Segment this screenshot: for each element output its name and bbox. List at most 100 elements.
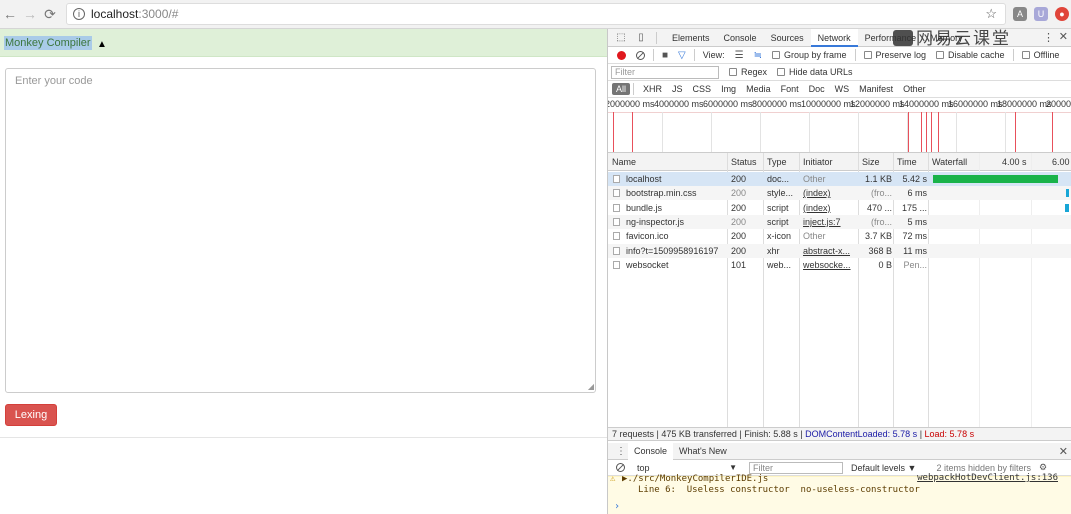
drawer-menu-icon[interactable]: ⋮ bbox=[614, 444, 628, 458]
request-initiator[interactable]: websocke... bbox=[803, 260, 851, 270]
request-name: ng-inspector.js bbox=[626, 216, 685, 227]
col-name-header[interactable]: Name bbox=[612, 157, 636, 167]
load-event-line bbox=[926, 112, 927, 152]
table-row[interactable]: bundle.js 200 script (index) 470 ... 175 ... bbox=[608, 201, 1071, 215]
extension-u-icon[interactable]: U bbox=[1034, 7, 1048, 21]
inspect-element-icon[interactable]: ⬚ bbox=[614, 31, 628, 45]
header-banner: Monkey Compiler ▲ bbox=[0, 29, 607, 57]
col-waterfall-header[interactable]: Waterfall bbox=[932, 157, 967, 167]
levels-dropdown[interactable]: Default levels ▼ bbox=[851, 463, 916, 473]
overview-tick: 6000000 ms bbox=[703, 99, 753, 109]
record-icon[interactable] bbox=[617, 50, 626, 60]
bookmark-star-icon[interactable]: ☆ bbox=[985, 6, 997, 22]
table-row[interactable]: favicon.ico 200 x-icon Other 3.7 KB 72 ms bbox=[608, 229, 1071, 243]
waterfall-bar[interactable] bbox=[933, 175, 1059, 183]
code-textarea[interactable]: Enter your code ◢ bbox=[5, 68, 596, 393]
hidden-items-note: 2 items hidden by filters bbox=[936, 462, 1031, 473]
console-filter-input[interactable]: Filter bbox=[749, 461, 843, 474]
col-time-header[interactable]: Time bbox=[897, 157, 917, 167]
tab-elements[interactable]: Elements bbox=[665, 29, 717, 47]
type-filter-manifest[interactable]: Manifest bbox=[855, 83, 897, 95]
disable-cache-checkbox[interactable] bbox=[936, 51, 945, 59]
col-size-header[interactable]: Size bbox=[862, 157, 880, 167]
request-status: 200 bbox=[731, 231, 747, 242]
table-row[interactable]: localhost 200 doc... Other 1.1 KB 5.42 s bbox=[608, 172, 1071, 186]
forward-arrow-icon[interactable]: → bbox=[20, 6, 40, 22]
console-clear-icon[interactable] bbox=[616, 463, 625, 472]
table-row[interactable]: bootstrap.min.css 200 style... (index) (fro.… bbox=[608, 186, 1071, 201]
console-prompt-icon[interactable]: › bbox=[614, 501, 620, 512]
type-filter-media[interactable]: Media bbox=[742, 83, 775, 95]
grid-line bbox=[711, 112, 712, 152]
console-settings-icon[interactable]: ⚙ bbox=[1039, 462, 1047, 473]
type-filter-xhr[interactable]: XHR bbox=[639, 83, 666, 95]
filter-icon[interactable]: ▽ bbox=[678, 50, 686, 61]
address-bar[interactable]: i localhost :3000/# ☆ bbox=[66, 3, 1006, 25]
summary-separator: | bbox=[917, 429, 925, 439]
load-event-line bbox=[908, 112, 909, 152]
requests-table: Name Status Type Initiator Size Time Wat… bbox=[608, 153, 1071, 428]
request-initiator[interactable]: abstract-x... bbox=[803, 246, 850, 256]
hide-data-urls-checkbox[interactable] bbox=[777, 68, 786, 76]
waterfall-bar[interactable] bbox=[1064, 203, 1069, 212]
devtools-panel: ⬚ ▯ Elements Console Sources Network Per… bbox=[607, 28, 1071, 514]
type-filter-img[interactable]: Img bbox=[717, 83, 740, 95]
col-initiator-header[interactable]: Initiator bbox=[803, 157, 833, 167]
tab-network[interactable]: Network bbox=[810, 28, 858, 47]
more-options-icon[interactable]: ⋮ bbox=[1043, 31, 1054, 44]
request-type: web... bbox=[767, 259, 792, 270]
filter-input[interactable]: Filter bbox=[611, 65, 719, 79]
url-path: :3000/# bbox=[138, 7, 179, 21]
request-initiator[interactable]: inject.js:7 bbox=[803, 217, 841, 227]
request-initiator[interactable]: (index) bbox=[803, 203, 831, 213]
context-selector[interactable]: top ▼ bbox=[637, 463, 737, 473]
type-filter-font[interactable]: Font bbox=[777, 83, 803, 95]
type-filter-js[interactable]: JS bbox=[668, 83, 687, 95]
info-icon[interactable]: i bbox=[73, 8, 85, 20]
reload-icon[interactable]: ⟳ bbox=[40, 6, 60, 23]
close-icon[interactable]: ✕ bbox=[1059, 30, 1068, 43]
table-row[interactable]: info?t=1509958916197 200 xhr abstract-x... 3… bbox=[608, 243, 1071, 258]
group-by-frame-label: Group by frame bbox=[783, 50, 847, 60]
divider bbox=[656, 31, 657, 44]
group-by-frame-checkbox[interactable] bbox=[771, 51, 780, 59]
preserve-log-checkbox[interactable] bbox=[863, 51, 872, 59]
request-size: 0 B bbox=[878, 259, 892, 270]
drawer-tab-whats-new[interactable]: What's New bbox=[673, 443, 733, 460]
waterfall-view-icon[interactable]: ≒ bbox=[754, 50, 762, 61]
code-placeholder: Enter your code bbox=[15, 75, 93, 87]
type-filter-ws[interactable]: WS bbox=[831, 83, 854, 95]
type-filter-doc[interactable]: Doc bbox=[805, 83, 829, 95]
regex-checkbox[interactable] bbox=[729, 68, 737, 76]
resize-grip-icon[interactable]: ◢ bbox=[588, 382, 594, 391]
warning-source[interactable]: ▶./src/MonkeyCompilerIDE.js bbox=[622, 474, 768, 484]
col-status-header[interactable]: Status bbox=[731, 157, 757, 167]
warning-link[interactable]: webpackHotDevClient.js:136 bbox=[917, 473, 1058, 483]
clear-icon[interactable] bbox=[636, 50, 645, 60]
request-name: websocket bbox=[626, 259, 669, 270]
tab-sources[interactable]: Sources bbox=[764, 29, 811, 47]
camera-icon[interactable]: ■ bbox=[662, 50, 668, 61]
drawer-tab-console[interactable]: Console bbox=[628, 442, 674, 460]
type-filter-other[interactable]: Other bbox=[899, 83, 930, 95]
offline-checkbox[interactable] bbox=[1021, 51, 1030, 59]
tab-console[interactable]: Console bbox=[717, 29, 764, 47]
waterfall-bar[interactable] bbox=[1066, 189, 1069, 198]
type-filter-css[interactable]: CSS bbox=[689, 83, 716, 95]
timeline-overview[interactable]: 2000000 ms 4000000 ms 6000000 ms 8000000… bbox=[608, 98, 1071, 153]
overview-tick: 8000000 ms bbox=[752, 99, 802, 109]
back-arrow-icon[interactable]: ← bbox=[0, 6, 20, 22]
type-filter-all[interactable]: All bbox=[612, 83, 631, 95]
extension-a-icon[interactable]: A bbox=[1013, 7, 1027, 21]
device-toolbar-icon[interactable]: ▯ bbox=[634, 31, 648, 45]
large-rows-icon[interactable]: ☰ bbox=[735, 50, 744, 61]
extension-stop-icon[interactable]: ● bbox=[1055, 7, 1069, 21]
lexing-button[interactable]: Lexing bbox=[5, 404, 57, 426]
disable-cache-label: Disable cache bbox=[948, 50, 1005, 60]
divider bbox=[0, 437, 607, 438]
table-row[interactable]: websocket 101 web... websocke... 0 B Pen... bbox=[608, 258, 1071, 272]
col-type-header[interactable]: Type bbox=[767, 157, 787, 167]
drawer-close-icon[interactable]: ✕ bbox=[1059, 445, 1068, 458]
table-row[interactable]: ng-inspector.js 200 script inject.js:7 (fro.… bbox=[608, 214, 1071, 229]
request-initiator[interactable]: (index) bbox=[803, 188, 831, 198]
